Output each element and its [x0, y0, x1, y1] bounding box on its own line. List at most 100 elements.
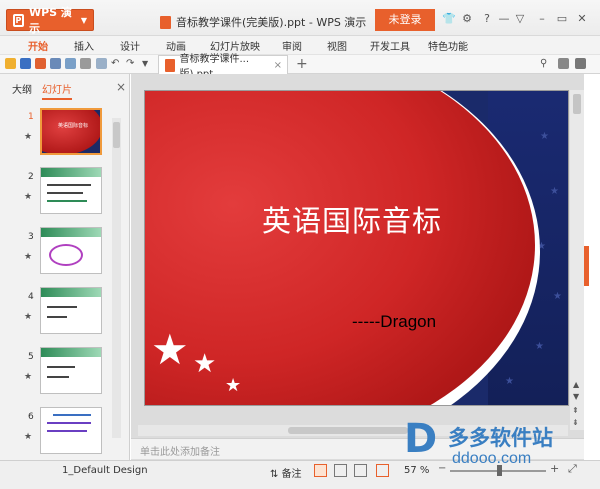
new-tab-button[interactable]: + [296, 56, 308, 72]
slide-number: 5 [28, 352, 34, 362]
thumbnail-line [47, 366, 75, 368]
side-panel-handle[interactable] [584, 246, 589, 286]
tshirt-skin-icon[interactable]: 👕 [442, 12, 456, 26]
white-star-icon: ★ [225, 375, 242, 396]
wps-logo-icon: P [13, 13, 24, 27]
fit-window-icon[interactable]: ⤢ [568, 462, 577, 476]
zoom-level[interactable]: 57 % [404, 465, 429, 476]
slide-title[interactable]: 英语国际音标 [262, 198, 442, 240]
slide-thumbnail-6[interactable] [40, 407, 102, 454]
next-slide-icon[interactable]: ⇟ [572, 418, 579, 427]
ppt-file-icon [160, 15, 171, 29]
thumbnail-band [41, 288, 101, 297]
design-template-name: 1_Default Design [62, 465, 148, 476]
slide-thumbnail-2[interactable] [40, 167, 102, 214]
panel-icon[interactable] [558, 58, 569, 69]
vertical-scrollbar[interactable]: ▲ ▼ ⇞ ⇟ [570, 90, 584, 430]
chevron-down-icon: ▼ [80, 15, 87, 25]
pin-icon[interactable]: ⚲ [540, 58, 551, 69]
thumbnail-cloud [49, 244, 83, 266]
scroll-down-icon[interactable]: ▼ [573, 392, 579, 401]
print-icon[interactable] [50, 58, 61, 69]
thumbnail-band [41, 228, 101, 237]
slide-subtitle[interactable]: -----Dragon [352, 312, 436, 332]
window-maximize-icon[interactable]: ▭ [555, 12, 569, 26]
tab-design[interactable]: 设计 [120, 38, 140, 53]
redo-icon[interactable]: ↷ [126, 58, 137, 69]
document-tab[interactable]: 音标教学课件...版).ppt × [158, 54, 288, 80]
tab-view[interactable]: 视图 [327, 38, 347, 53]
white-star-icon: ★ [151, 325, 189, 374]
window-close-icon[interactable]: ✕ [575, 12, 589, 26]
gear-icon[interactable]: ⚙ [460, 12, 474, 26]
login-button[interactable]: 未登录 [375, 9, 435, 31]
open-folder-icon[interactable] [5, 58, 16, 69]
decorative-star-icon: ★ [540, 131, 549, 142]
window-title: 音标教学课件(完美版).ppt - WPS 演示 [160, 14, 366, 30]
slide-thumbnail-1[interactable]: 英语国际音标 [40, 108, 102, 155]
ribbon-toggle-icon[interactable]: ▽ [513, 12, 527, 26]
close-tab-icon[interactable]: × [274, 60, 282, 71]
animation-star-icon: ★ [24, 192, 33, 202]
animation-star-icon: ★ [24, 252, 33, 262]
slide-thumbnail-4[interactable] [40, 287, 102, 334]
copy-icon[interactable] [96, 58, 107, 69]
undo-icon[interactable]: ↶ [111, 58, 122, 69]
scroll-up-icon[interactable]: ▲ [573, 380, 579, 389]
watermark-logo: D [404, 416, 438, 462]
notes-toggle-button[interactable]: ⇅ 备注 [270, 465, 302, 480]
export-pdf-icon[interactable] [35, 58, 46, 69]
slide-sorter-icon[interactable] [334, 464, 347, 477]
decorative-star-icon: ★ [550, 186, 559, 197]
print-preview-icon[interactable] [65, 58, 76, 69]
normal-view-icon[interactable] [314, 464, 327, 477]
share-icon[interactable] [575, 58, 586, 69]
help-icon[interactable]: ? [480, 12, 494, 26]
white-star-icon: ★ [193, 349, 217, 379]
notes-icon: ⇅ [270, 469, 282, 480]
prev-slide-icon[interactable]: ⇞ [572, 406, 579, 415]
thumbnail-line [47, 316, 67, 318]
tab-features[interactable]: 特色功能 [428, 38, 468, 53]
format-painter-icon[interactable] [80, 58, 91, 69]
panel-scrollbar[interactable] [112, 118, 121, 438]
thumbnail-line [47, 306, 77, 308]
scrollbar-thumb[interactable] [573, 94, 581, 114]
thumbnail-band [41, 348, 101, 357]
save-icon[interactable] [20, 58, 31, 69]
decorative-star-icon: ★ [553, 291, 562, 302]
zoom-out-icon[interactable]: − [438, 463, 446, 474]
notes-placeholder[interactable]: 单击此处添加备注 [140, 443, 220, 458]
scrollbar-thumb[interactable] [288, 427, 408, 434]
ppt-file-icon [165, 58, 175, 72]
animation-star-icon: ★ [24, 132, 33, 142]
zoom-in-icon[interactable]: + [550, 462, 559, 475]
tab-insert[interactable]: 插入 [74, 38, 94, 53]
wps-menu-button[interactable]: P WPS 演示 ▼ [6, 6, 94, 35]
thumbnail-line [47, 192, 83, 194]
slide-number: 4 [28, 292, 34, 302]
slide-thumbnail-5[interactable] [40, 347, 102, 394]
close-panel-icon[interactable]: × [116, 80, 126, 94]
tab-outline[interactable]: 大纲 [12, 81, 32, 100]
window-minimize-icon[interactable]: – [535, 12, 549, 26]
decorative-star-icon: ★ [505, 376, 514, 387]
minimize-icon[interactable]: — [497, 12, 511, 26]
slide-number: 6 [28, 412, 34, 422]
scrollbar-thumb[interactable] [113, 122, 120, 148]
reading-view-icon[interactable] [354, 464, 367, 477]
slide-thumbnail-3[interactable] [40, 227, 102, 274]
thumbnail-line [47, 200, 87, 202]
tab-slides[interactable]: 幻灯片 [42, 81, 72, 100]
slide-canvas[interactable]: ★ ★ ★ ★ ★ ★ ★ ★ ★ ★ [144, 90, 569, 406]
thumbnail-line [53, 414, 91, 416]
slideshow-icon[interactable] [376, 464, 389, 477]
tab-home[interactable]: 开始 [28, 38, 48, 53]
customize-dropdown-icon[interactable]: ▼ [142, 58, 153, 69]
tab-review[interactable]: 审阅 [282, 38, 302, 53]
watermark-url: ddooo.com [452, 450, 532, 467]
slide-number: 3 [28, 232, 34, 242]
animation-star-icon: ★ [24, 312, 33, 322]
thumbnail-line [47, 376, 69, 378]
tab-developer[interactable]: 开发工具 [370, 38, 410, 53]
